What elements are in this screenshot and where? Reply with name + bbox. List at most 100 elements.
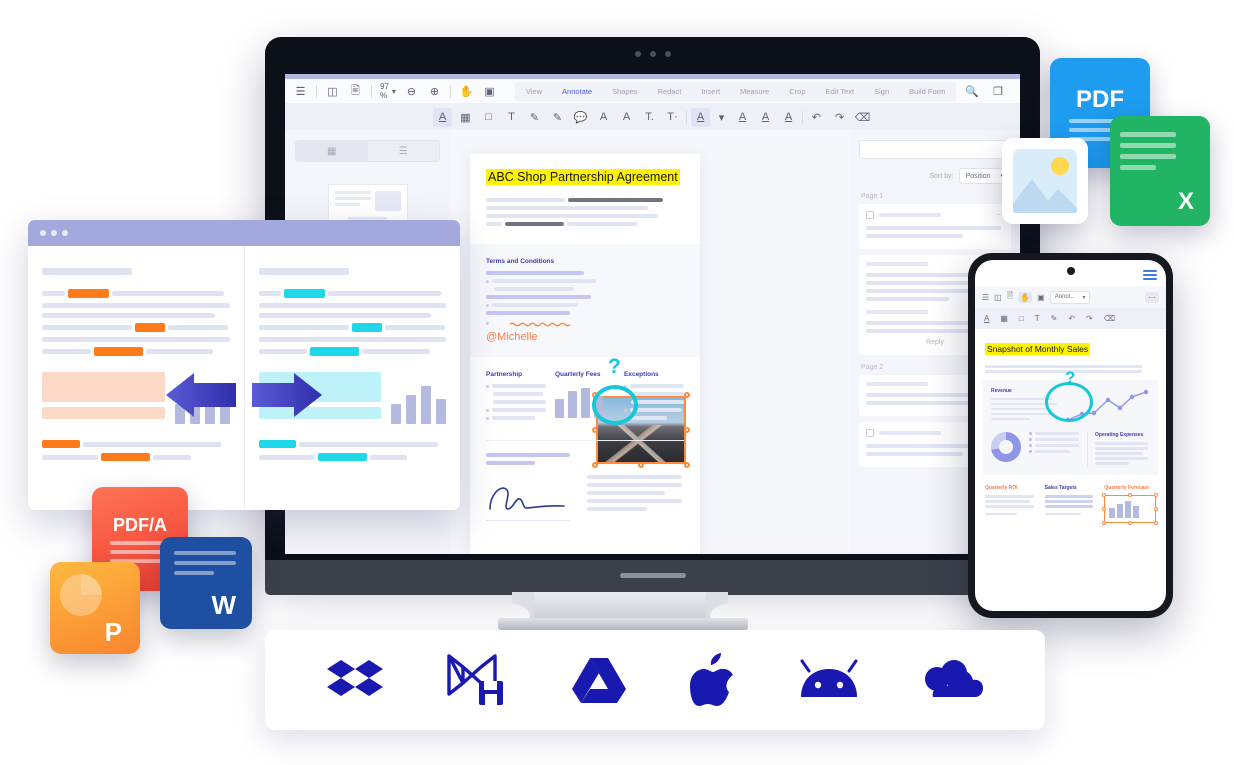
signature-block	[486, 453, 573, 521]
sidebar-icon[interactable]: ◫	[325, 84, 340, 99]
apple-icon[interactable]	[690, 653, 736, 707]
comments-search-input[interactable]	[859, 140, 1011, 159]
menu-item-build-form[interactable]: Build Form	[900, 84, 954, 99]
underline-dark-icon[interactable]: A	[756, 108, 775, 127]
highlight-text-icon[interactable]: A	[433, 107, 452, 127]
menu-item-insert[interactable]: Insert	[692, 84, 729, 99]
underline-green-icon[interactable]: A	[779, 108, 798, 127]
menu-item-redact[interactable]: Redact	[649, 84, 691, 99]
text-box-icon[interactable]: T	[502, 108, 521, 127]
zoom-selector[interactable]: 97 % ▾	[380, 82, 396, 100]
phone-toolbar: ☰ ◫ 🖹 ✋ ▣ Annot... ▾ ⋯	[975, 286, 1166, 308]
zoom-in-icon[interactable]: ⊕	[427, 84, 442, 99]
phone-circle-annotation[interactable]	[1045, 381, 1093, 422]
comment-checkbox[interactable]	[866, 211, 874, 219]
compare-icon[interactable]: ❐	[990, 84, 1005, 99]
forecast-bar-chart[interactable]	[1102, 493, 1159, 525]
onedrive-icon[interactable]	[923, 659, 983, 701]
strikethrough-icon[interactable]: ▦	[456, 108, 475, 127]
google-drive-icon[interactable]	[571, 656, 626, 704]
box-icon[interactable]	[447, 653, 507, 707]
sidebar-icon[interactable]: ◫	[994, 293, 1002, 302]
resize-handle-w[interactable]	[1102, 507, 1107, 511]
resize-handle-se[interactable]	[1154, 521, 1159, 525]
chevron-down-icon[interactable]: ▾	[714, 110, 729, 125]
resize-handle-s[interactable]	[1128, 521, 1133, 525]
undo-icon[interactable]: ↶	[1068, 314, 1075, 323]
phone-annotate-toolbar: A ▦ □ T ✎ ↶ ↷ ⌫	[975, 308, 1166, 329]
text-box-icon[interactable]: T	[1035, 314, 1040, 323]
pdfa-badge-label: PDF/A	[113, 515, 167, 535]
select-area-icon[interactable]: ▣	[482, 84, 497, 99]
hand-icon[interactable]: ✋	[1018, 291, 1033, 303]
eraser-pen-icon[interactable]: ✎	[1051, 314, 1058, 323]
toolbar-divider	[686, 110, 687, 124]
phone-menu-icon[interactable]	[1143, 270, 1157, 280]
underline-squiggly-icon[interactable]: A	[594, 108, 613, 127]
select-area-icon[interactable]: ▣	[1037, 293, 1045, 302]
column-partnership: Partnership	[486, 371, 546, 424]
eraser-icon[interactable]: ⌫	[1104, 314, 1115, 323]
more-icon[interactable]: ⋯	[1145, 291, 1159, 303]
resize-handle-e[interactable]	[1154, 507, 1159, 511]
resize-handle-nw[interactable]	[1102, 493, 1107, 497]
tab-outline[interactable]: ☰	[368, 141, 440, 161]
ppt-badge: P	[50, 562, 140, 654]
color-picker-icon[interactable]: A	[691, 107, 710, 127]
comment-checkbox[interactable]	[866, 429, 874, 437]
text-style-icon[interactable]: A	[617, 108, 636, 127]
circle-annotation[interactable]	[592, 385, 638, 425]
phone-mode-select[interactable]: Annot... ▾	[1049, 290, 1091, 304]
phone-document-title: Snapshot of Monthly Sales	[985, 343, 1091, 355]
subscript-icon[interactable]: T.	[640, 108, 659, 127]
page-icon[interactable]: 🖹	[348, 84, 363, 99]
menu-item-edit-text[interactable]: Edit Text	[817, 84, 864, 99]
pie-icon	[60, 574, 102, 616]
monitor-chin	[265, 560, 1040, 595]
menu-item-crop[interactable]: Crop	[780, 84, 814, 99]
hand-icon[interactable]: ✋	[459, 84, 474, 99]
hamburger-icon[interactable]: ☰	[982, 293, 989, 302]
undo-icon[interactable]: ↶	[807, 108, 826, 127]
dropbox-icon[interactable]	[327, 657, 384, 703]
redo-icon[interactable]: ↷	[830, 108, 849, 127]
rectangle-icon[interactable]: □	[1019, 314, 1024, 323]
strikethrough-icon[interactable]: ▦	[1000, 314, 1008, 323]
redo-icon[interactable]: ↷	[1086, 314, 1093, 323]
document-page[interactable]: ABC Shop Partnership Agreement Terms and…	[470, 154, 700, 554]
download-icon[interactable]: ⬇	[1016, 84, 1020, 99]
menu-item-sign[interactable]: Sign	[865, 84, 898, 99]
menu-item-view[interactable]: View	[517, 84, 551, 99]
window-minimize-dot[interactable]	[51, 230, 57, 236]
window-maximize-dot[interactable]	[62, 230, 68, 236]
compare-window[interactable]	[28, 220, 460, 510]
terms-heading: Terms and Conditions	[486, 258, 555, 265]
highlight-text-icon[interactable]: A	[984, 314, 989, 323]
phone-camera-icon	[1066, 267, 1075, 275]
menu-item-measure[interactable]: Measure	[731, 84, 778, 99]
comment-item[interactable]: ⋯	[859, 204, 1011, 249]
pen-icon[interactable]: ✎	[525, 108, 544, 127]
underline-blue-icon[interactable]: A	[733, 108, 752, 127]
sort-value: Position	[965, 172, 991, 180]
rectangle-icon[interactable]: □	[479, 108, 498, 127]
eraser-icon[interactable]: ⌫	[853, 108, 872, 127]
phone-screen: ☰ ◫ 🖹 ✋ ▣ Annot... ▾ ⋯ A ▦ □ T ✎ ↶ ↷ ⌫ S…	[975, 260, 1166, 611]
page-icon[interactable]: 🖹	[1007, 290, 1013, 304]
resize-handle-ne[interactable]	[1154, 493, 1159, 497]
android-icon[interactable]	[800, 659, 858, 701]
window-close-dot[interactable]	[40, 230, 46, 236]
resize-handle-sw[interactable]	[1102, 521, 1107, 525]
tab-thumbnails[interactable]: ▦	[296, 141, 368, 161]
hamburger-icon[interactable]: ☰	[293, 84, 308, 99]
brush-icon[interactable]: ✎	[548, 108, 567, 127]
superscript-icon[interactable]: T·	[663, 108, 682, 127]
squiggly-underline-icon	[509, 322, 571, 327]
note-icon[interactable]: 💬	[571, 108, 590, 127]
menu-item-annotate[interactable]: Annotate	[553, 84, 601, 99]
resize-handle-n[interactable]	[1128, 493, 1133, 497]
menu-item-shapes[interactable]: Shapes	[603, 84, 646, 99]
exceptions-heading: Exceptions	[624, 371, 659, 378]
zoom-out-icon[interactable]: ⊖	[404, 84, 419, 99]
search-icon[interactable]: 🔍	[964, 84, 979, 99]
